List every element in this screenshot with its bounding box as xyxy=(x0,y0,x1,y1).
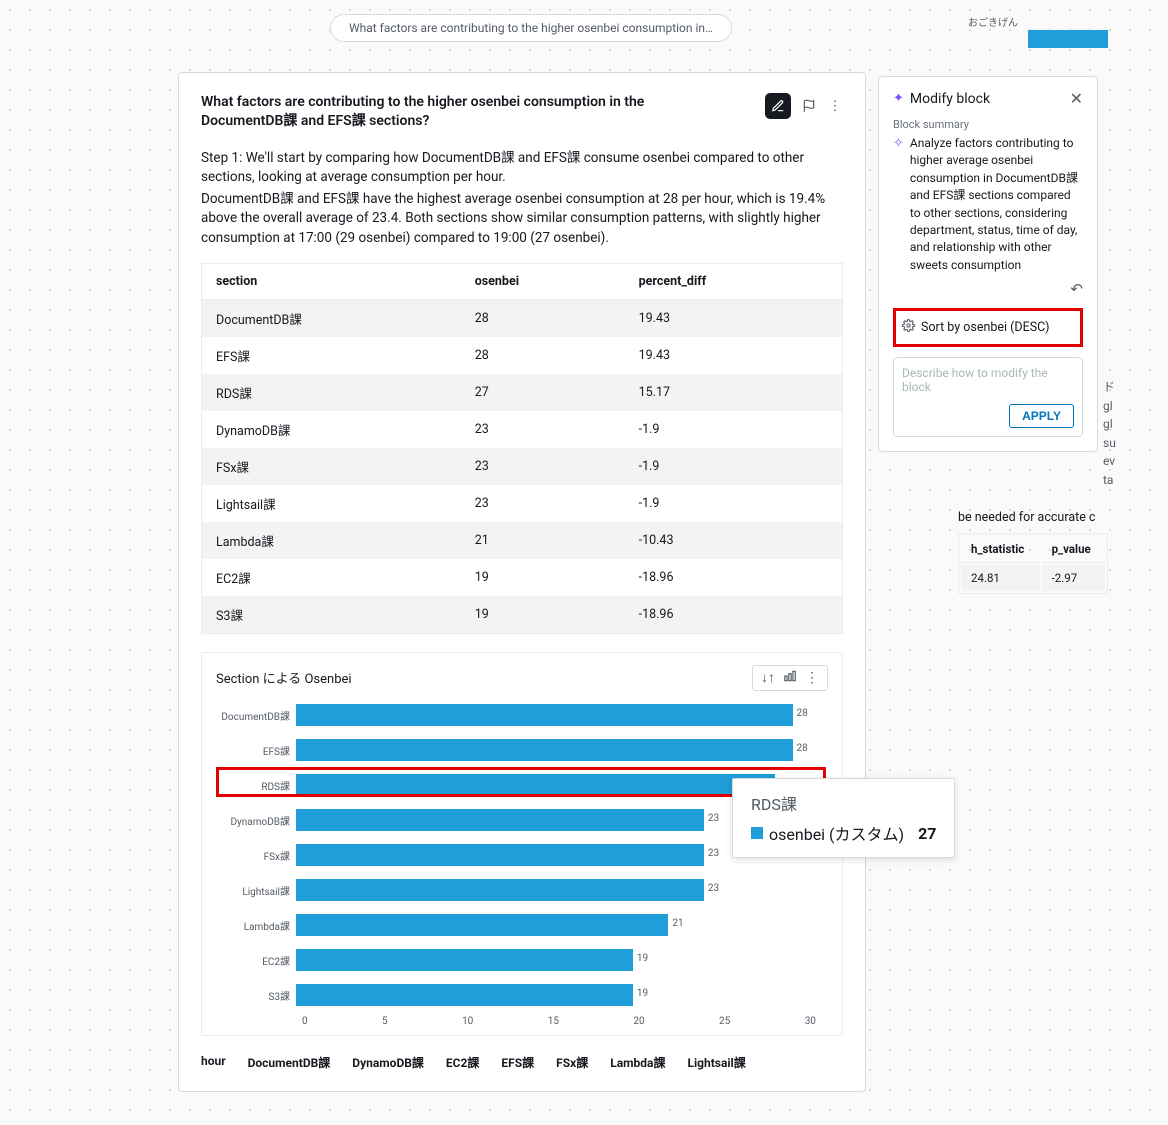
table-row: DocumentDB課2819.43 xyxy=(202,299,843,337)
query-pill[interactable]: What factors are contributing to the hig… xyxy=(330,14,732,42)
bar-value: 28 xyxy=(797,708,808,719)
x-tick: 20 xyxy=(633,1016,644,1027)
chart-title: Section による Osenbei xyxy=(216,668,352,687)
bar-label: EC2課 xyxy=(216,953,296,968)
table-header: percent_diff xyxy=(625,263,843,299)
side-title: Modify block xyxy=(910,91,990,107)
side-letters: ドglglsuevta xyxy=(1103,378,1116,490)
bar-label: DynamoDB課 xyxy=(216,813,296,828)
summary-label: Block summary xyxy=(893,118,1083,131)
modify-block-panel: ✦ Modify block ✕ Block summary ✧ Analyze… xyxy=(878,76,1098,452)
sort-label: Sort by osenbei (DESC) xyxy=(921,320,1050,335)
bar-fill xyxy=(296,984,633,1006)
x-tick: 10 xyxy=(462,1016,473,1027)
table-header: osenbei xyxy=(461,263,625,299)
sort-icon[interactable]: ↓↑ xyxy=(761,669,775,686)
tiny-label: おごきげん xyxy=(968,14,1018,29)
bar-fill xyxy=(296,914,668,936)
bar-fill xyxy=(296,704,793,726)
analysis-card: What factors are contributing to the hig… xyxy=(178,72,866,1092)
table-row: RDS課2715.17 xyxy=(202,374,843,411)
bar-value: 23 xyxy=(708,813,719,824)
bar-label: Lambda課 xyxy=(216,918,296,933)
x-tick: 25 xyxy=(719,1016,730,1027)
bar-label: FSx課 xyxy=(216,848,296,863)
lower-header: EC2課 xyxy=(446,1054,502,1071)
bar-row[interactable]: Lambda課 21 xyxy=(216,911,828,940)
x-tick: 30 xyxy=(805,1016,816,1027)
bar-fill xyxy=(296,844,704,866)
modify-placeholder: Describe how to modify the block xyxy=(902,366,1074,394)
table-row: FSx課23-1.9 xyxy=(202,448,843,485)
bar-value: 19 xyxy=(637,953,648,964)
modify-input[interactable]: Describe how to modify the block APPLY xyxy=(893,357,1083,437)
table-header: section xyxy=(202,263,461,299)
card-title: What factors are contributing to the hig… xyxy=(201,93,721,131)
section-table: sectionosenbeipercent_diff DocumentDB課28… xyxy=(201,263,843,634)
table-row: EFS課2819.43 xyxy=(202,337,843,374)
lower-side-text: be needed for accurate c h_statistic p_v… xyxy=(958,510,1158,594)
bar-fill xyxy=(296,809,704,831)
bar-value: 19 xyxy=(637,988,648,999)
lower-header: DocumentDB課 xyxy=(248,1054,353,1071)
sparkle-icon-2: ✧ xyxy=(893,135,904,274)
tooltip-series: osenbei (カスタム) xyxy=(769,821,904,845)
flag-icon[interactable] xyxy=(801,98,817,114)
step-text-2: DocumentDB課 and EFS課 have the highest av… xyxy=(201,190,843,249)
more-chart-icon[interactable]: ⋮ xyxy=(805,670,819,686)
bar-fill xyxy=(296,739,793,761)
chart-tools[interactable]: ↓↑ ⋮ xyxy=(752,665,828,691)
bar-value: 23 xyxy=(708,883,719,894)
bar-fill xyxy=(296,879,704,901)
more-icon[interactable]: ⋮ xyxy=(827,98,843,114)
table-row: Lightsail課23-1.9 xyxy=(202,485,843,522)
lower-header: Lambda課 xyxy=(610,1054,687,1071)
gear-icon xyxy=(902,319,915,336)
step-text-1: Step 1: We'll start by comparing how Doc… xyxy=(201,149,843,188)
bar-label: S3課 xyxy=(216,988,296,1003)
table-row: DynamoDB課23-1.9 xyxy=(202,411,843,448)
chart-tooltip: RDS課 osenbei (カスタム) 27 xyxy=(732,778,955,858)
tiny-bar xyxy=(1028,30,1108,48)
bar-value: 21 xyxy=(672,918,683,929)
table-row: S3課19-18.96 xyxy=(202,596,843,634)
x-tick: 15 xyxy=(548,1016,559,1027)
bar-label: RDS課 xyxy=(216,778,296,793)
edit-button[interactable] xyxy=(765,93,791,119)
bar-row[interactable]: DocumentDB課 28 xyxy=(216,701,828,730)
lower-headers: hourDocumentDB課DynamoDB課EC2課EFS課FSx課Lamb… xyxy=(201,1054,843,1071)
summary-text: Analyze factors contributing to higher a… xyxy=(910,135,1083,274)
x-tick: 5 xyxy=(382,1016,388,1027)
tooltip-color-square xyxy=(751,827,763,839)
bar-label: EFS課 xyxy=(216,743,296,758)
x-tick: 0 xyxy=(302,1016,308,1027)
lower-header: hour xyxy=(201,1054,248,1071)
bar-label: Lightsail課 xyxy=(216,883,296,898)
bar-row[interactable]: Lightsail課 23 xyxy=(216,876,828,905)
bar-value: 23 xyxy=(708,848,719,859)
bar-fill xyxy=(296,774,775,796)
lower-header: FSx課 xyxy=(556,1054,610,1071)
bar-chart-icon[interactable] xyxy=(783,669,797,687)
sort-option[interactable]: Sort by osenbei (DESC) xyxy=(893,308,1083,347)
table-row: Lambda課21-10.43 xyxy=(202,522,843,559)
mini-table: h_statistic p_value 24.81 -2.97 xyxy=(958,533,1108,594)
tooltip-value: 27 xyxy=(918,824,936,843)
bar-fill xyxy=(296,949,633,971)
sparkle-icon: ✦ xyxy=(893,91,904,106)
bar-row[interactable]: EFS課 28 xyxy=(216,736,828,765)
lower-header: EFS課 xyxy=(501,1054,556,1071)
close-icon[interactable]: ✕ xyxy=(1070,89,1083,108)
tooltip-title: RDS課 xyxy=(751,791,936,815)
apply-button[interactable]: APPLY xyxy=(1009,404,1074,428)
bar-label: DocumentDB課 xyxy=(216,708,296,723)
lower-header: DynamoDB課 xyxy=(352,1054,446,1071)
bar-row[interactable]: EC2課 19 xyxy=(216,946,828,975)
bar-row[interactable]: S3課 19 xyxy=(216,981,828,1010)
table-row: EC2課19-18.96 xyxy=(202,559,843,596)
lower-header: Lightsail課 xyxy=(687,1054,767,1071)
undo-icon[interactable]: ↶ xyxy=(1070,280,1083,298)
bar-value: 28 xyxy=(797,743,808,754)
